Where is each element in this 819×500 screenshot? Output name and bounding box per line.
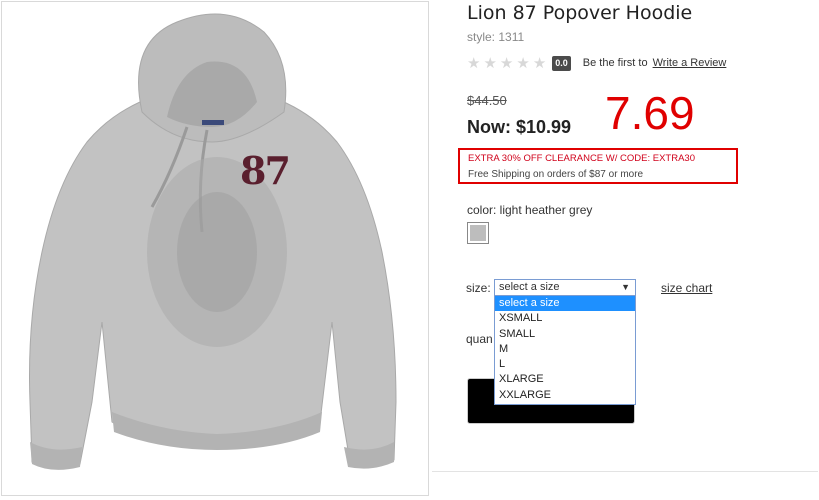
rating-row: ★ ★ ★ ★ ★ 0.0 Be the first to Write a Re…: [467, 54, 726, 72]
rating-score-badge: 0.0: [552, 55, 571, 71]
size-option-m[interactable]: M: [495, 342, 635, 357]
star-icon[interactable]: ★: [516, 56, 529, 71]
size-option-small[interactable]: SMALL: [495, 327, 635, 342]
sale-price: Now: $10.99: [467, 117, 572, 137]
size-select[interactable]: select a size ▼: [494, 279, 636, 296]
size-option-xlarge[interactable]: XLARGE: [495, 372, 635, 387]
free-shipping-text: Free Shipping on orders of $87 or more: [468, 169, 644, 180]
size-option-xxlarge[interactable]: XXLARGE: [495, 388, 635, 403]
size-chart-link[interactable]: size chart: [661, 281, 712, 295]
review-prompt-text: Be the first to: [582, 57, 648, 69]
product-image-panel[interactable]: 87: [1, 1, 429, 496]
graphic-number-87: 87: [240, 148, 291, 193]
size-dropdown-list[interactable]: select a size XSMALL SMALL M L XLARGE XX…: [494, 295, 636, 405]
size-label: size:: [466, 281, 491, 295]
hoodie-image: [29, 13, 397, 470]
color-swatch-light-heather-grey[interactable]: [467, 222, 489, 244]
star-icon[interactable]: ★: [483, 56, 496, 71]
write-review-link[interactable]: Write a Review: [653, 57, 727, 69]
dropdown-arrow-icon: ▼: [621, 282, 630, 292]
promo-box: EXTRA 30% OFF CLEARANCE W/ CODE: EXTRA30…: [458, 148, 738, 184]
size-select-value: select a size: [499, 281, 560, 293]
section-divider: [432, 471, 818, 472]
quantity-label: quan: [466, 332, 493, 346]
size-option-select-a-size[interactable]: select a size: [495, 296, 635, 312]
original-price: $44.50: [467, 93, 507, 108]
color-label: color: light heather grey: [467, 203, 593, 217]
star-icon[interactable]: ★: [500, 56, 513, 71]
style-number: style: 1311: [467, 30, 525, 44]
size-option-xsmall[interactable]: XSMALL: [495, 311, 635, 326]
star-icon[interactable]: ★: [533, 56, 546, 71]
swatch-fill: [470, 225, 486, 241]
product-title: Lion 87 Popover Hoodie: [467, 2, 693, 24]
handwritten-price-annotation: 7.69: [605, 87, 695, 139]
star-icon[interactable]: ★: [467, 56, 480, 71]
promo-code-text: EXTRA 30% OFF CLEARANCE W/ CODE: EXTRA30: [468, 153, 695, 164]
size-option-l[interactable]: L: [495, 357, 635, 372]
